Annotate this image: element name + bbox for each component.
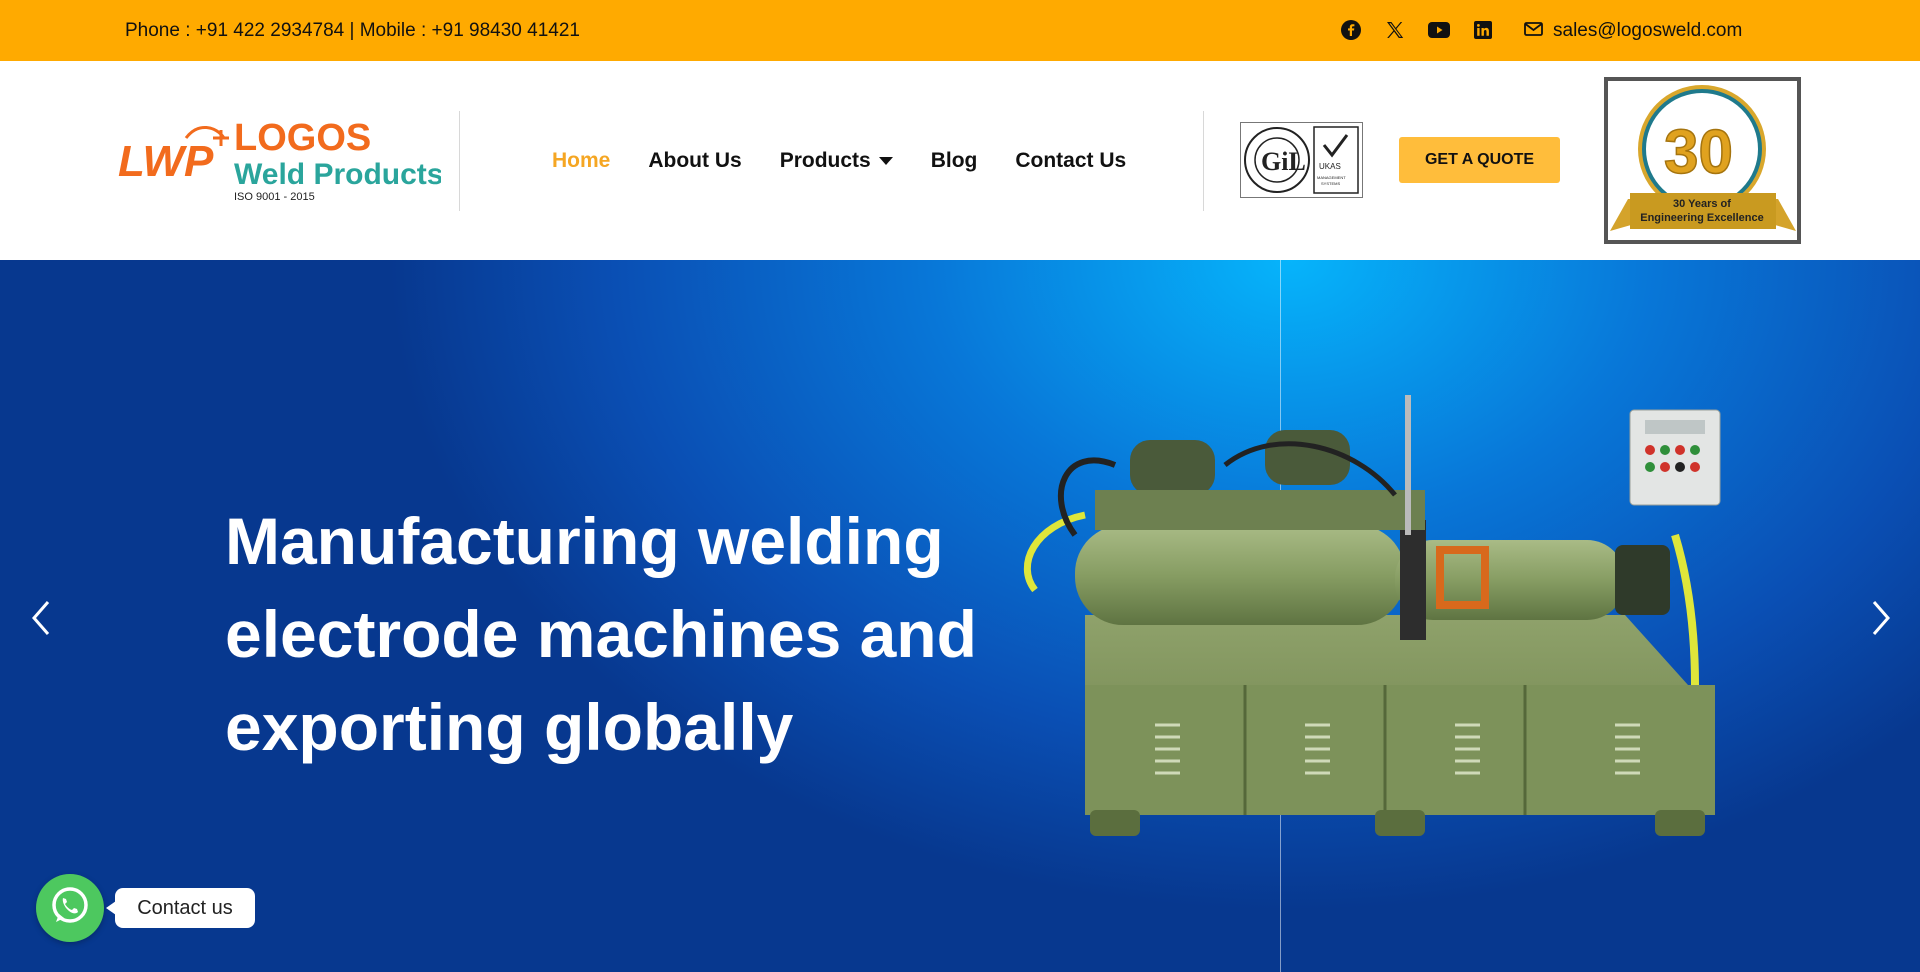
envelope-icon <box>1524 20 1543 42</box>
nav-products-label: Products <box>779 149 871 172</box>
main-navigation: Home About Us Products Blog Contact Us <box>552 149 1126 173</box>
slider-prev-button[interactable] <box>26 596 56 640</box>
svg-text:Engineering Excellence: Engineering Excellence <box>1640 212 1764 224</box>
hero-heading-line-3: exporting globally <box>225 690 794 764</box>
top-bar: Phone : +91 422 2934784 | Mobile : +91 9… <box>0 0 1920 61</box>
email-address: sales@logosweld.com <box>1553 20 1743 41</box>
slider-next-button[interactable] <box>1866 596 1896 640</box>
linkedin-icon[interactable] <box>1472 19 1494 41</box>
hero-heading-line-2: electrode machines and <box>225 597 977 671</box>
svg-text:SYSTEMS: SYSTEMS <box>1321 181 1340 186</box>
contact-us-label[interactable]: Contact us <box>106 888 255 928</box>
whatsapp-icon <box>48 884 92 933</box>
facebook-icon[interactable] <box>1340 19 1362 41</box>
company-logo[interactable]: LWP LOGOS Weld Products ISO 9001 - 2015 <box>116 116 443 206</box>
svg-text:MANAGEMENT: MANAGEMENT <box>1317 175 1346 180</box>
get-a-quote-button[interactable]: GET A QUOTE <box>1399 137 1560 183</box>
svg-text:GiL: GiL <box>1261 147 1306 176</box>
hero-slider: Manufacturing welding electrode machines… <box>0 260 1920 972</box>
header-divider-right <box>1203 111 1204 211</box>
svg-text:UKAS: UKAS <box>1319 162 1341 171</box>
social-links <box>1340 19 1494 41</box>
nav-contact-us[interactable]: Contact Us <box>1015 149 1126 173</box>
header-divider-left <box>459 111 460 211</box>
caret-down-icon <box>878 157 893 165</box>
site-header: LWP LOGOS Weld Products ISO 9001 - 2015 … <box>0 61 1920 260</box>
nav-blog[interactable]: Blog <box>931 149 978 173</box>
svg-text:30: 30 <box>1664 118 1733 187</box>
svg-text:ISO 9001 - 2015: ISO 9001 - 2015 <box>234 191 315 203</box>
svg-text:Weld Products: Weld Products <box>234 158 441 191</box>
email-link[interactable]: sales@logosweld.com <box>1524 20 1742 42</box>
whatsapp-button[interactable] <box>36 874 104 942</box>
hero-heading-line-1: Manufacturing welding <box>225 504 944 578</box>
nav-products[interactable]: Products <box>780 149 893 173</box>
svg-text:LWP: LWP <box>118 137 214 186</box>
x-twitter-icon[interactable] <box>1384 19 1406 41</box>
certification-badge: GiL UKAS MANAGEMENT SYSTEMS <box>1240 122 1363 198</box>
hero-heading: Manufacturing welding electrode machines… <box>225 495 1005 774</box>
nav-about-us[interactable]: About Us <box>648 149 741 173</box>
svg-text:LOGOS: LOGOS <box>234 117 371 159</box>
nav-home[interactable]: Home <box>552 149 610 173</box>
contact-numbers: Phone : +91 422 2934784 | Mobile : +91 9… <box>125 20 580 41</box>
svg-text:30 Years of: 30 Years of <box>1673 198 1731 210</box>
electrode-machine-image <box>975 385 1765 865</box>
anniversary-badge: 30 30 Years of Engineering Excellence <box>1604 77 1801 244</box>
youtube-icon[interactable] <box>1428 19 1450 41</box>
